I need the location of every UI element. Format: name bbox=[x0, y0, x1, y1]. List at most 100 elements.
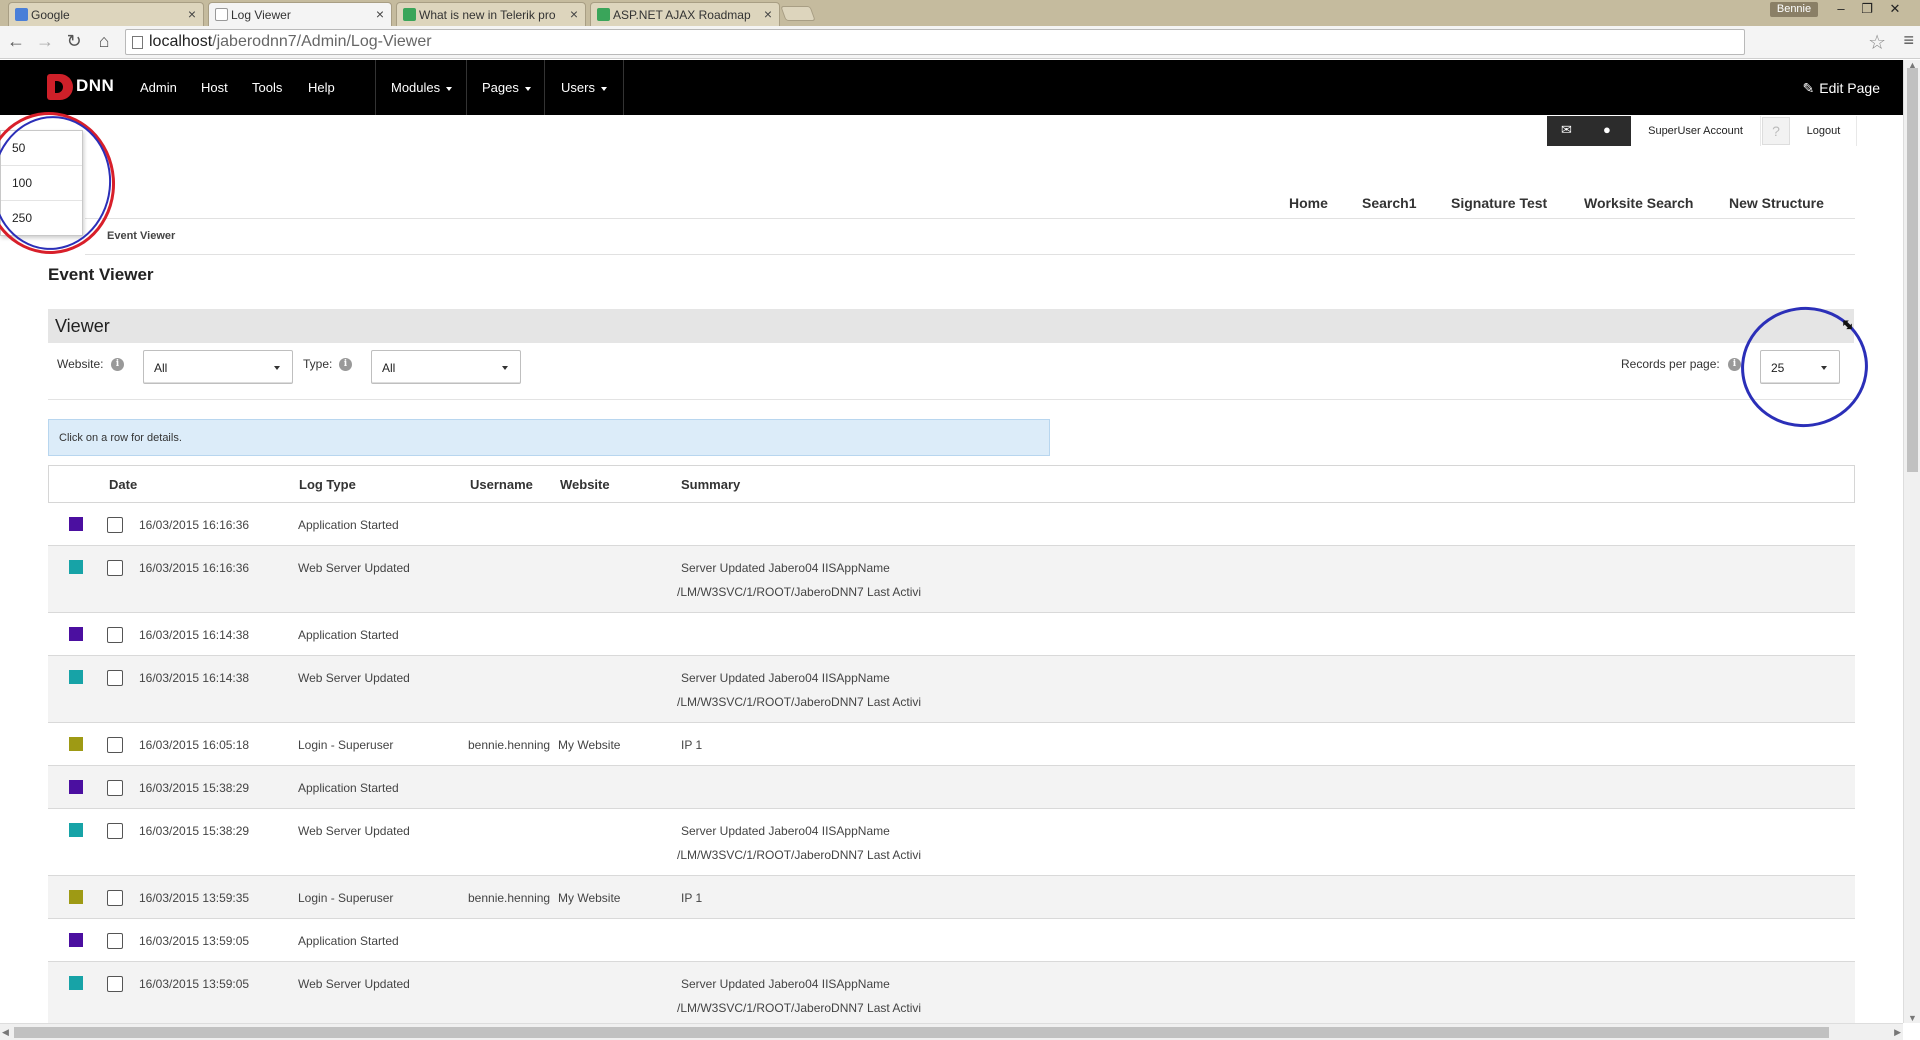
close-tab-icon[interactable]: × bbox=[570, 6, 578, 22]
user-account-link[interactable]: SuperUser Account bbox=[1631, 116, 1761, 146]
cell-date: 16/03/2015 15:38:29 bbox=[139, 824, 250, 838]
restore-icon[interactable]: ❐ bbox=[1856, 1, 1878, 17]
edit-page-button[interactable]: ✎ Edit Page bbox=[1803, 80, 1880, 97]
caret-down-icon bbox=[600, 86, 607, 91]
close-tab-icon[interactable]: × bbox=[376, 6, 384, 22]
row-checkbox[interactable] bbox=[107, 627, 123, 643]
breadcrumb[interactable]: Event Viewer bbox=[107, 230, 175, 242]
table-row[interactable]: 16/03/2015 16:16:36 Web Server Updated S… bbox=[48, 546, 1855, 613]
reload-icon[interactable]: ↻ bbox=[64, 31, 84, 52]
menu-tools[interactable]: Tools bbox=[252, 80, 282, 95]
logout-link[interactable]: Logout bbox=[1791, 116, 1857, 146]
column-website[interactable]: Website bbox=[560, 477, 610, 492]
log-type-color-icon bbox=[69, 737, 83, 751]
address-bar[interactable]: localhost/jaberodnn7/Admin/Log-Viewer bbox=[125, 29, 1745, 55]
avatar[interactable]: ? bbox=[1762, 117, 1790, 145]
browser-tab-google[interactable]: Google × bbox=[8, 2, 204, 26]
table-row[interactable]: 16/03/2015 16:05:18 Login - Superuser be… bbox=[48, 723, 1855, 766]
horizontal-scrollbar[interactable]: ◀ ▶ bbox=[0, 1023, 1903, 1040]
url-host: localhost bbox=[149, 33, 213, 50]
tab-title: ASP.NET AJAX Roadmap bbox=[613, 8, 751, 22]
browser-tab-telerik[interactable]: What is new in Telerik pro × bbox=[396, 2, 586, 26]
google-favicon-icon bbox=[15, 8, 28, 21]
log-type-color-icon bbox=[69, 890, 83, 904]
minimize-icon[interactable]: – bbox=[1830, 1, 1852, 16]
vertical-scroll-thumb[interactable] bbox=[1907, 68, 1918, 472]
table-row[interactable]: 16/03/2015 13:59:05 Application Started bbox=[48, 919, 1855, 962]
menu-label: Users bbox=[561, 80, 595, 95]
row-checkbox[interactable] bbox=[107, 780, 123, 796]
column-log-type[interactable]: Log Type bbox=[299, 477, 356, 492]
table-row[interactable]: 16/03/2015 15:38:29 Web Server Updated S… bbox=[48, 809, 1855, 876]
notification-bubble-icon[interactable]: ● bbox=[1603, 122, 1611, 137]
nav-signature-test[interactable]: Signature Test bbox=[1451, 195, 1547, 211]
info-icon[interactable]: i bbox=[339, 358, 352, 371]
row-checkbox[interactable] bbox=[107, 737, 123, 753]
page-viewport: DNN Admin Host Tools Help Modules Pages … bbox=[0, 60, 1903, 1023]
table-row[interactable]: 16/03/2015 16:14:38 Application Started bbox=[48, 613, 1855, 656]
page-icon bbox=[132, 36, 143, 49]
forward-arrow-icon[interactable]: → bbox=[35, 31, 55, 52]
row-checkbox[interactable] bbox=[107, 670, 123, 686]
row-checkbox[interactable] bbox=[107, 933, 123, 949]
menu-pages[interactable]: Pages bbox=[482, 80, 531, 95]
new-tab-button[interactable] bbox=[780, 6, 816, 21]
envelope-icon[interactable]: ✉ bbox=[1561, 122, 1572, 138]
menu-modules[interactable]: Modules bbox=[391, 80, 453, 95]
browser-toolbar: ← → ↻ ⌂ localhost/jaberodnn7/Admin/Log-V… bbox=[0, 26, 1920, 59]
close-tab-icon[interactable]: × bbox=[188, 6, 196, 22]
log-type-color-icon bbox=[69, 976, 83, 990]
back-arrow-icon[interactable]: ← bbox=[6, 31, 26, 52]
cell-date: 16/03/2015 13:59:05 bbox=[139, 977, 250, 991]
scroll-left-arrow-icon[interactable]: ◀ bbox=[2, 1027, 9, 1038]
browser-user-badge[interactable]: Bennie bbox=[1770, 2, 1818, 17]
menu-admin[interactable]: Admin bbox=[140, 80, 177, 95]
menu-help[interactable]: Help bbox=[308, 80, 335, 95]
table-row[interactable]: 16/03/2015 13:59:05 Web Server Updated S… bbox=[48, 962, 1855, 1023]
table-row[interactable]: 16/03/2015 15:38:29 Application Started bbox=[48, 766, 1855, 809]
home-icon[interactable]: ⌂ bbox=[94, 31, 114, 52]
bookmark-star-icon[interactable]: ☆ bbox=[1868, 30, 1886, 55]
horizontal-scroll-thumb[interactable] bbox=[14, 1027, 1829, 1038]
close-window-icon[interactable]: ✕ bbox=[1884, 1, 1906, 17]
column-summary[interactable]: Summary bbox=[681, 477, 740, 492]
browser-tab-log-viewer[interactable]: Log Viewer × bbox=[208, 2, 392, 26]
row-checkbox[interactable] bbox=[107, 823, 123, 839]
nav-worksite-search[interactable]: Worksite Search bbox=[1584, 195, 1693, 211]
log-type-color-icon bbox=[69, 823, 83, 837]
dnn-logo[interactable]: DNN bbox=[47, 74, 117, 100]
nav-home[interactable]: Home bbox=[1289, 195, 1328, 211]
row-checkbox[interactable] bbox=[107, 517, 123, 533]
browser-menu-icon[interactable]: ≡ bbox=[1903, 30, 1914, 51]
scroll-right-arrow-icon[interactable]: ▶ bbox=[1894, 1027, 1901, 1038]
close-tab-icon[interactable]: × bbox=[764, 6, 772, 22]
menu-divider bbox=[466, 60, 467, 115]
table-row[interactable]: 16/03/2015 13:59:35 Login - Superuser be… bbox=[48, 876, 1855, 919]
table-row[interactable]: 16/03/2015 16:14:38 Web Server Updated S… bbox=[48, 656, 1855, 723]
info-message: Click on a row for details. bbox=[48, 419, 1050, 456]
info-icon[interactable]: i bbox=[1728, 358, 1741, 371]
viewer-section-header[interactable]: Viewer bbox=[48, 309, 1854, 343]
vertical-scrollbar[interactable]: ▲ ▼ bbox=[1903, 60, 1920, 1023]
column-date[interactable]: Date bbox=[109, 477, 137, 492]
filter-divider bbox=[48, 399, 1854, 400]
row-checkbox[interactable] bbox=[107, 890, 123, 906]
nav-search1[interactable]: Search1 bbox=[1362, 195, 1416, 211]
table-row[interactable]: 16/03/2015 16:16:36 Application Started bbox=[48, 503, 1855, 546]
website-select[interactable]: All bbox=[143, 350, 293, 384]
blue-annotation-ring bbox=[0, 110, 118, 256]
menu-users[interactable]: Users bbox=[561, 80, 607, 95]
row-checkbox[interactable] bbox=[107, 976, 123, 992]
type-select[interactable]: All bbox=[371, 350, 521, 384]
scroll-down-arrow-icon[interactable]: ▼ bbox=[1908, 1013, 1917, 1023]
nav-new-structure[interactable]: New Structure bbox=[1729, 195, 1824, 211]
menu-host[interactable]: Host bbox=[201, 80, 228, 95]
column-username[interactable]: Username bbox=[470, 477, 533, 492]
telerik-favicon-icon bbox=[597, 8, 610, 21]
info-icon[interactable]: i bbox=[111, 358, 124, 371]
browser-tab-ajax-roadmap[interactable]: ASP.NET AJAX Roadmap × bbox=[590, 2, 780, 26]
type-select-value: All bbox=[382, 361, 396, 375]
row-checkbox[interactable] bbox=[107, 560, 123, 576]
cell-summary-line2: /LM/W3SVC/1/ROOT/JaberoDNN7 Last Activi bbox=[677, 848, 922, 862]
cell-log-type: Web Server Updated bbox=[298, 671, 410, 685]
